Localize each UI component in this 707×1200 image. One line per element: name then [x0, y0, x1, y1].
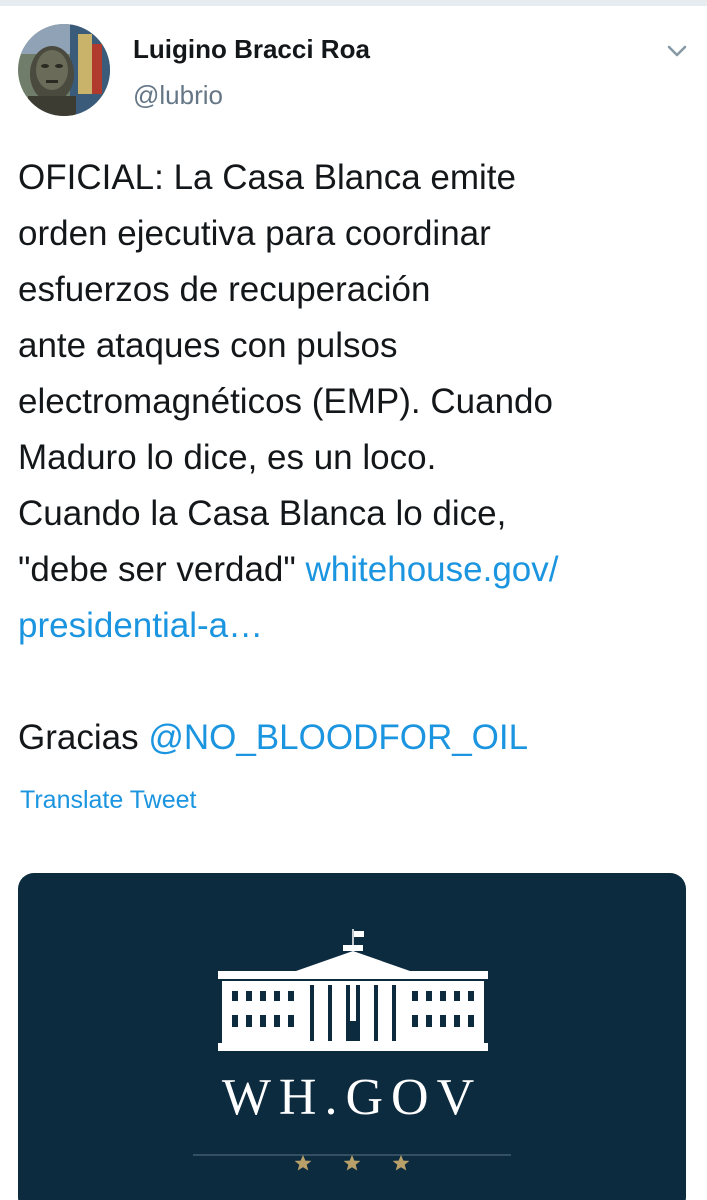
url-link[interactable]: whitehouse.gov/	[306, 550, 559, 589]
three-stars-icon	[193, 1154, 511, 1171]
avatar[interactable]	[18, 24, 110, 116]
tweet-line: electromagnéticos (EMP). Cuando	[18, 374, 698, 430]
tweet-text-segment: OFICIAL: La Casa Blanca emite	[18, 158, 516, 197]
tweet-text: OFICIAL: La Casa Blanca emite orden ejecu…	[18, 150, 698, 766]
author-handle[interactable]: @lubrio	[133, 80, 223, 111]
translate-tweet-link[interactable]: Translate Tweet	[20, 786, 196, 815]
tweet-text-segment: ante ataques con pulsos	[18, 326, 398, 365]
url-link[interactable]: presidential-a…	[18, 606, 263, 645]
tweet-line: Gracias @NO_BLOODFOR_OIL	[18, 710, 698, 766]
tweet-line: OFICIAL: La Casa Blanca emite	[18, 150, 698, 206]
tweet-line: Maduro lo dice, es un loco.	[18, 430, 698, 486]
tweet-text-segment: electromagnéticos (EMP). Cuando	[18, 382, 553, 421]
white-house-icon	[218, 929, 488, 1051]
tweet-line: Cuando la Casa Blanca lo dice,	[18, 486, 698, 542]
author-name[interactable]: Luigino Bracci Roa	[133, 34, 370, 65]
mention-link[interactable]: @NO_BLOODFOR_OIL	[148, 718, 528, 757]
tweet-text-segment: esfuerzos de recuperación	[18, 270, 431, 309]
top-divider	[0, 0, 707, 6]
tweet-text-segment: Gracias	[18, 718, 149, 757]
chevron-down-icon[interactable]	[662, 36, 692, 66]
card-wordmark: WH.GOV	[221, 1069, 483, 1126]
tweet-view: Luigino Bracci Roa @lubrio OFICIAL: La C…	[0, 0, 707, 1200]
link-preview-card[interactable]: WH.GOV	[18, 873, 686, 1200]
tweet-line: orden ejecutiva para coordinar	[18, 206, 698, 262]
tweet-line: "debe ser verdad" whitehouse.gov/	[18, 542, 698, 598]
tweet-text-segment: Cuando la Casa Blanca lo dice,	[18, 494, 507, 533]
tweet-line: ante ataques con pulsos	[18, 318, 698, 374]
tweet-text-segment: orden ejecutiva para coordinar	[18, 214, 491, 253]
tweet-text-segment: "debe ser verdad"	[18, 550, 306, 589]
tweet-line: esfuerzos de recuperación	[18, 262, 698, 318]
tweet-text-segment: Maduro lo dice, es un loco.	[18, 438, 437, 477]
avatar-image	[18, 24, 110, 116]
tweet-line: presidential-a…	[18, 598, 698, 654]
